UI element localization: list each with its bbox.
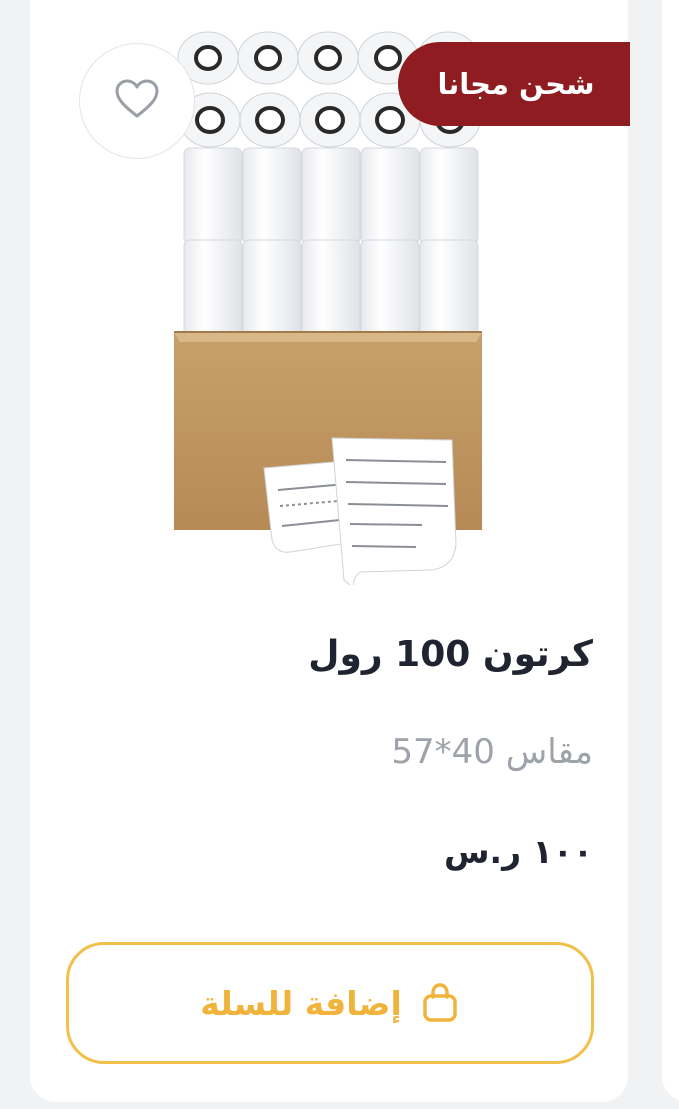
product-subtitle: مقاس 40*57 — [391, 732, 593, 772]
shopping-bag-icon — [420, 982, 460, 1024]
free-shipping-badge: شحن مجانا — [398, 42, 630, 126]
favorite-button[interactable] — [79, 43, 195, 159]
next-product-card-edge[interactable] — [662, 0, 679, 1102]
heart-icon — [114, 78, 160, 124]
page: شحن مجانا كرتون 100 رول مقاس 40*57 ١٠٠ ر… — [0, 0, 679, 1109]
add-to-cart-label: إضافة للسلة — [200, 983, 402, 1023]
add-to-cart-button[interactable]: إضافة للسلة — [66, 942, 594, 1064]
product-title[interactable]: كرتون 100 رول — [308, 634, 593, 675]
product-price: ١٠٠ ر.س — [444, 832, 593, 871]
